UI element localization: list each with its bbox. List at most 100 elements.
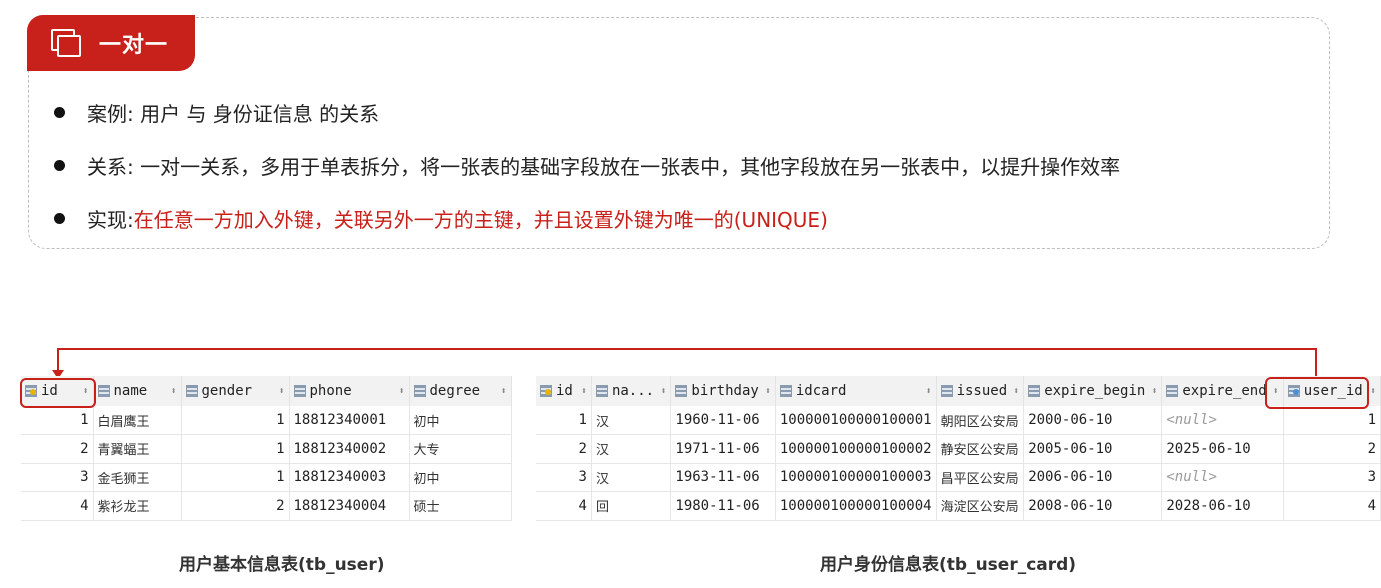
foreign-key-highlight — [1265, 377, 1369, 409]
cell-id[interactable]: 1 — [536, 406, 592, 435]
table-row[interactable]: 1 白眉鹰王 1 18812340001 初中 — [21, 406, 512, 435]
cell-gender[interactable]: 1 — [181, 406, 290, 435]
column-header-phone[interactable]: phone ⬍ — [289, 376, 410, 406]
column-icon — [293, 385, 306, 397]
cell-id[interactable]: 2 — [536, 434, 592, 464]
cell-name[interactable]: 白眉鹰王 — [93, 406, 182, 435]
cell-nation[interactable]: 汉 — [591, 406, 672, 435]
table-row[interactable]: 4 回 1980-11-06 100000100000100004 海淀区公安局… — [536, 491, 1381, 521]
section-title: 一对一 — [99, 33, 169, 58]
cell-id[interactable]: 3 — [536, 463, 592, 492]
cell-gender[interactable]: 1 — [181, 463, 290, 492]
column-header-degree[interactable]: degree ⬍ — [409, 376, 512, 406]
bullet-dot — [54, 213, 65, 224]
table-row[interactable]: 3 汉 1963-11-06 100000100000100003 昌平区公安局… — [536, 463, 1381, 492]
table-header-row: id ⬍ na... ⬍ birthday ⬍ idcard ⬍ issued ⬍ exp… — [536, 376, 1381, 406]
sort-icon[interactable]: ⬍ — [660, 386, 666, 397]
sort-icon[interactable]: ⬍ — [926, 386, 932, 397]
cell-user-id[interactable]: 3 — [1283, 463, 1381, 492]
cell-name[interactable]: 紫衫龙王 — [93, 491, 182, 521]
cell-nation[interactable]: 汉 — [591, 463, 672, 492]
cell-expire-end[interactable]: 2025-06-10 — [1161, 434, 1284, 464]
table-row[interactable]: 2 青翼蝠王 1 18812340002 大专 — [21, 434, 512, 464]
bullet-dot — [54, 160, 65, 171]
cell-idcard[interactable]: 100000100000100003 — [775, 463, 937, 492]
sort-icon[interactable]: ⬍ — [1013, 386, 1019, 397]
bullet-relation: 关系: 一对一关系，多用于单表拆分，将一张表的基础字段放在一张表中，其他字段放在… — [54, 151, 1120, 180]
cell-expire-begin[interactable]: 2000-06-10 — [1023, 406, 1163, 435]
cell-gender[interactable]: 2 — [181, 491, 290, 521]
cell-id[interactable]: 4 — [21, 491, 94, 521]
bullet-implementation-prefix: 实现: — [87, 208, 134, 232]
cell-degree[interactable]: 初中 — [409, 406, 512, 435]
sort-icon[interactable]: ⬍ — [1151, 386, 1157, 397]
tb-user-caption: 用户基本信息表(tb_user) — [179, 555, 385, 575]
cell-id[interactable]: 2 — [21, 434, 94, 464]
cell-idcard[interactable]: 100000100000100002 — [775, 434, 937, 464]
column-header-id[interactable]: id ⬍ — [536, 376, 592, 406]
column-header-gender[interactable]: gender ⬍ — [181, 376, 290, 406]
cell-expire-begin[interactable]: 2006-06-10 — [1023, 463, 1163, 492]
sort-icon[interactable]: ⬍ — [765, 386, 771, 397]
cell-user-id[interactable]: 2 — [1283, 434, 1381, 464]
sort-icon[interactable]: ⬍ — [500, 386, 506, 397]
cell-id[interactable]: 3 — [21, 463, 94, 492]
bullet-case-text: 案例: 用户 与 身份证信息 的关系 — [87, 102, 380, 126]
sort-icon[interactable]: ⬍ — [1370, 386, 1376, 397]
sort-icon[interactable]: ⬍ — [278, 386, 284, 397]
cell-birthday[interactable]: 1963-11-06 — [670, 463, 776, 492]
cell-name[interactable]: 金毛狮王 — [93, 463, 182, 492]
column-header-issued[interactable]: issued ⬍ — [936, 376, 1025, 406]
cell-expire-end[interactable]: 2028-06-10 — [1161, 491, 1284, 521]
cell-idcard[interactable]: 100000100000100004 — [775, 491, 937, 521]
bullet-case: 案例: 用户 与 身份证信息 的关系 — [54, 98, 379, 127]
cell-phone[interactable]: 18812340002 — [289, 434, 410, 464]
cell-degree[interactable]: 硕士 — [409, 491, 512, 521]
cell-expire-begin[interactable]: 2005-06-10 — [1023, 434, 1163, 464]
sort-icon[interactable]: ⬍ — [398, 386, 404, 397]
cell-expire-end[interactable]: <null> — [1161, 406, 1284, 435]
column-icon — [1028, 385, 1041, 397]
cell-birthday[interactable]: 1971-11-06 — [670, 434, 776, 464]
cell-expire-end[interactable]: <null> — [1161, 463, 1284, 492]
cell-id[interactable]: 1 — [21, 406, 94, 435]
cell-name[interactable]: 青翼蝠王 — [93, 434, 182, 464]
cell-phone[interactable]: 18812340004 — [289, 491, 410, 521]
cell-issued[interactable]: 朝阳区公安局 — [936, 406, 1025, 435]
cell-id[interactable]: 4 — [536, 491, 592, 521]
column-header-idcard[interactable]: idcard ⬍ — [775, 376, 937, 406]
bullet-implementation: 实现: 在任意一方加入外键，关联另外一方的主键，并且设置外键为唯一的(UNIQU… — [54, 204, 828, 233]
cell-issued[interactable]: 昌平区公安局 — [936, 463, 1025, 492]
cell-issued[interactable]: 海淀区公安局 — [936, 491, 1025, 521]
cell-degree[interactable]: 初中 — [409, 463, 512, 492]
table-row[interactable]: 3 金毛狮王 1 18812340003 初中 — [21, 463, 512, 492]
cell-nation[interactable]: 回 — [591, 491, 672, 521]
cell-birthday[interactable]: 1980-11-06 — [670, 491, 776, 521]
cell-issued[interactable]: 静安区公安局 — [936, 434, 1025, 464]
sort-icon[interactable]: ⬍ — [170, 386, 176, 397]
table-row[interactable]: 2 汉 1971-11-06 100000100000100002 静安区公安局… — [536, 434, 1381, 464]
table-row[interactable]: 4 紫衫龙王 2 18812340004 硕士 — [21, 491, 512, 521]
cell-degree[interactable]: 大专 — [409, 434, 512, 464]
cell-phone[interactable]: 18812340001 — [289, 406, 410, 435]
column-header-name[interactable]: name ⬍ — [93, 376, 182, 406]
cell-phone[interactable]: 18812340003 — [289, 463, 410, 492]
sort-icon[interactable]: ⬍ — [581, 386, 587, 397]
cell-user-id[interactable]: 1 — [1283, 406, 1381, 435]
primary-key-icon — [540, 385, 552, 397]
cell-birthday[interactable]: 1960-11-06 — [670, 406, 776, 435]
cell-user-id[interactable]: 4 — [1283, 491, 1381, 521]
bullet-dot — [54, 107, 65, 118]
column-header-expire-begin[interactable]: expire_begin ⬍ — [1023, 376, 1163, 406]
cell-nation[interactable]: 汉 — [591, 434, 672, 464]
table-row[interactable]: 1 汉 1960-11-06 100000100000100001 朝阳区公安局… — [536, 406, 1381, 435]
column-header-birthday[interactable]: birthday ⬍ — [670, 376, 776, 406]
column-icon — [97, 385, 110, 397]
column-icon — [940, 385, 953, 397]
cell-gender[interactable]: 1 — [181, 434, 290, 464]
cell-expire-begin[interactable]: 2008-06-10 — [1023, 491, 1163, 521]
cell-idcard[interactable]: 100000100000100001 — [775, 406, 937, 435]
column-header-nation[interactable]: na... ⬍ — [591, 376, 672, 406]
bullet-relation-text: 关系: 一对一关系，多用于单表拆分，将一张表的基础字段放在一张表中，其他字段放在… — [87, 155, 1121, 179]
primary-key-highlight — [20, 378, 96, 408]
